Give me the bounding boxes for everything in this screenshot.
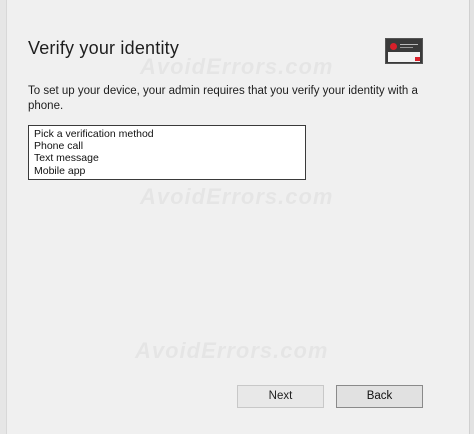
watermark: AvoidErrors.com bbox=[140, 184, 334, 210]
option-mobile-app[interactable]: Mobile app bbox=[34, 165, 305, 177]
authenticator-thumbnail-image bbox=[385, 38, 423, 64]
option-phone-call[interactable]: Phone call bbox=[34, 140, 305, 152]
instruction-text: To set up your device, your admin requir… bbox=[28, 85, 418, 112]
verification-method-listbox[interactable]: Pick a verification method Phone call Te… bbox=[28, 125, 306, 180]
logo-icon bbox=[390, 43, 397, 50]
page-title: Verify your identity bbox=[28, 38, 180, 58]
back-button[interactable]: Back bbox=[336, 385, 423, 408]
option-pick-method[interactable]: Pick a verification method bbox=[34, 128, 305, 140]
watermark: AvoidErrors.com bbox=[135, 338, 329, 364]
window-right-frame bbox=[469, 0, 474, 434]
next-button[interactable]: Next bbox=[237, 385, 324, 408]
window-left-frame bbox=[0, 0, 7, 434]
option-text-message[interactable]: Text message bbox=[34, 152, 305, 164]
